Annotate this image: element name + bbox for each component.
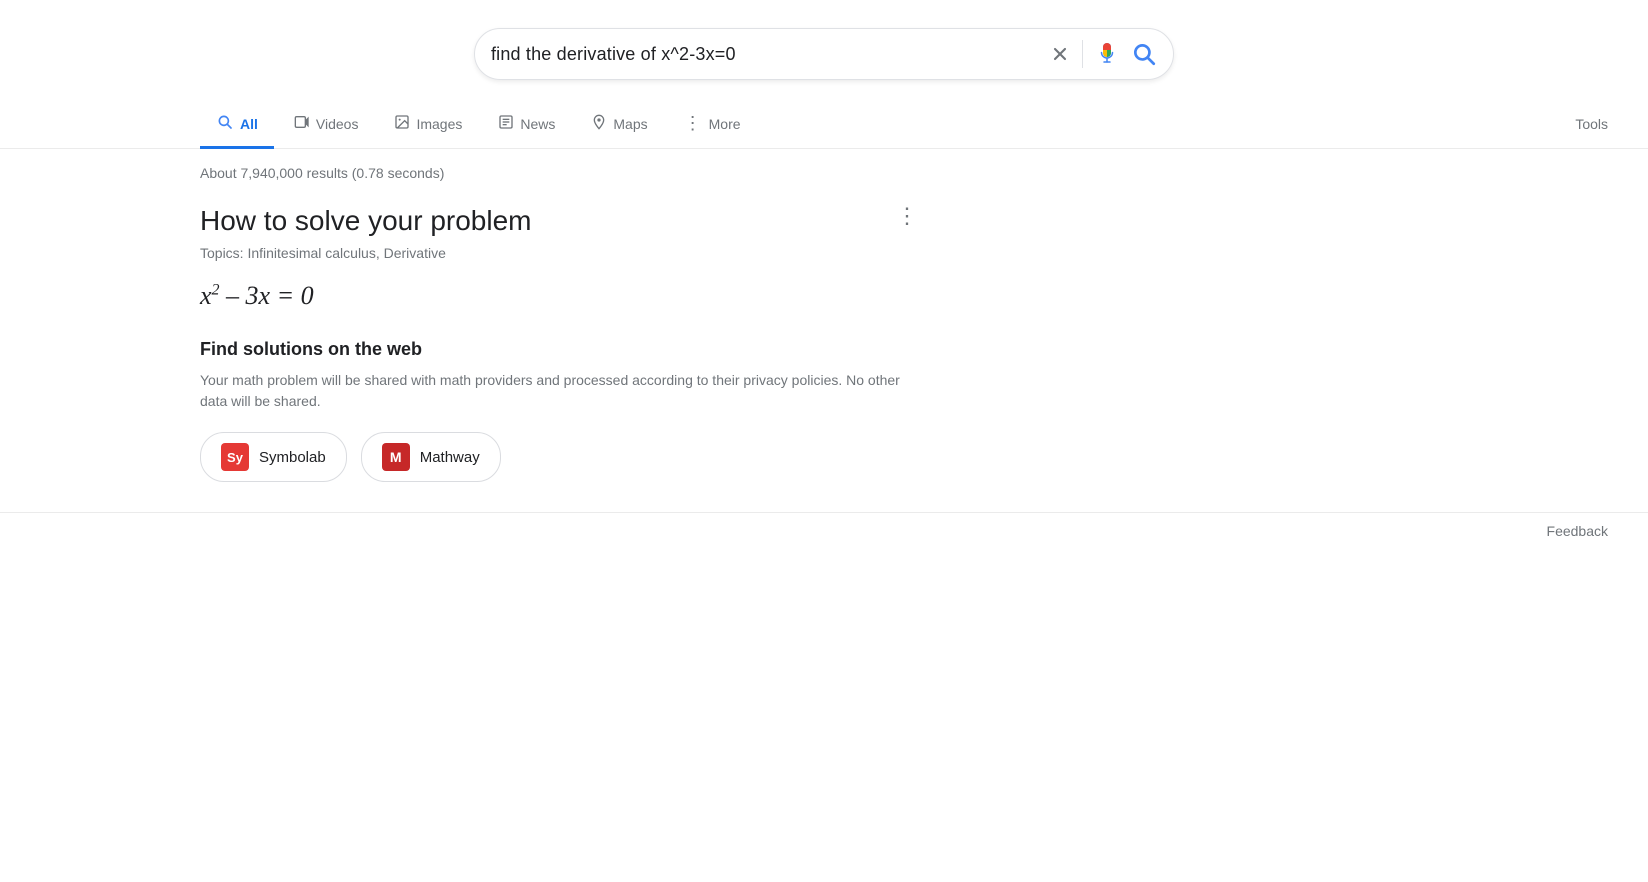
search-bar-container: find the derivative of x^2-3x=0 — [0, 0, 1648, 100]
math-equation: x2 – 3x = 0 — [200, 281, 960, 311]
tab-maps-label: Maps — [613, 116, 647, 132]
news-icon — [498, 114, 514, 133]
mathway-label: Mathway — [420, 449, 480, 466]
symbolab-label: Symbolab — [259, 449, 326, 466]
feedback-row: Feedback — [0, 513, 1648, 549]
all-search-icon — [216, 113, 234, 134]
search-query-text: find the derivative of x^2-3x=0 — [491, 44, 1050, 65]
nav-tools: Tools — [1559, 103, 1648, 146]
maps-icon — [591, 114, 607, 133]
tab-videos-label: Videos — [316, 116, 359, 132]
more-options-button[interactable]: ⋮ — [896, 205, 920, 227]
symbolab-logo: Sy — [221, 443, 249, 471]
mathway-logo: M — [382, 443, 410, 471]
tab-images[interactable]: Images — [378, 102, 478, 148]
featured-box: ⋮ How to solve your problem Topics: Infi… — [200, 205, 960, 482]
search-bar-icons — [1050, 40, 1157, 68]
tab-videos[interactable]: Videos — [278, 102, 375, 148]
featured-title: How to solve your problem — [200, 205, 960, 237]
tab-news-label: News — [520, 116, 555, 132]
more-dots-icon: ⋮ — [684, 113, 703, 134]
tab-all-label: All — [240, 116, 258, 132]
mathway-button[interactable]: M Mathway — [361, 432, 501, 482]
provider-buttons: Sy Symbolab M Mathway — [200, 432, 960, 482]
tab-images-label: Images — [416, 116, 462, 132]
symbolab-button[interactable]: Sy Symbolab — [200, 432, 347, 482]
tab-more[interactable]: ⋮ More — [668, 101, 757, 149]
tab-news[interactable]: News — [482, 102, 571, 148]
search-bar: find the derivative of x^2-3x=0 — [474, 28, 1174, 80]
privacy-notice: Your math problem will be shared with ma… — [200, 370, 920, 412]
search-bar-divider — [1082, 40, 1083, 68]
results-container: About 7,940,000 results (0.78 seconds) ⋮… — [0, 149, 960, 482]
tab-more-label: More — [709, 116, 741, 132]
results-stats: About 7,940,000 results (0.78 seconds) — [200, 165, 960, 181]
tab-maps[interactable]: Maps — [575, 102, 663, 148]
tools-tab[interactable]: Tools — [1559, 104, 1624, 147]
feedback-link[interactable]: Feedback — [1547, 523, 1608, 539]
nav-tabs: All Videos Images — [0, 100, 1648, 149]
images-icon — [394, 114, 410, 133]
search-submit-icon[interactable] — [1131, 41, 1157, 67]
tools-label: Tools — [1575, 116, 1608, 132]
videos-icon — [294, 114, 310, 133]
featured-topics: Topics: Infinitesimal calculus, Derivati… — [200, 245, 960, 261]
find-solutions-title: Find solutions on the web — [200, 339, 960, 360]
mic-icon[interactable] — [1095, 42, 1119, 66]
tab-all[interactable]: All — [200, 101, 274, 149]
clear-icon[interactable] — [1050, 44, 1070, 64]
